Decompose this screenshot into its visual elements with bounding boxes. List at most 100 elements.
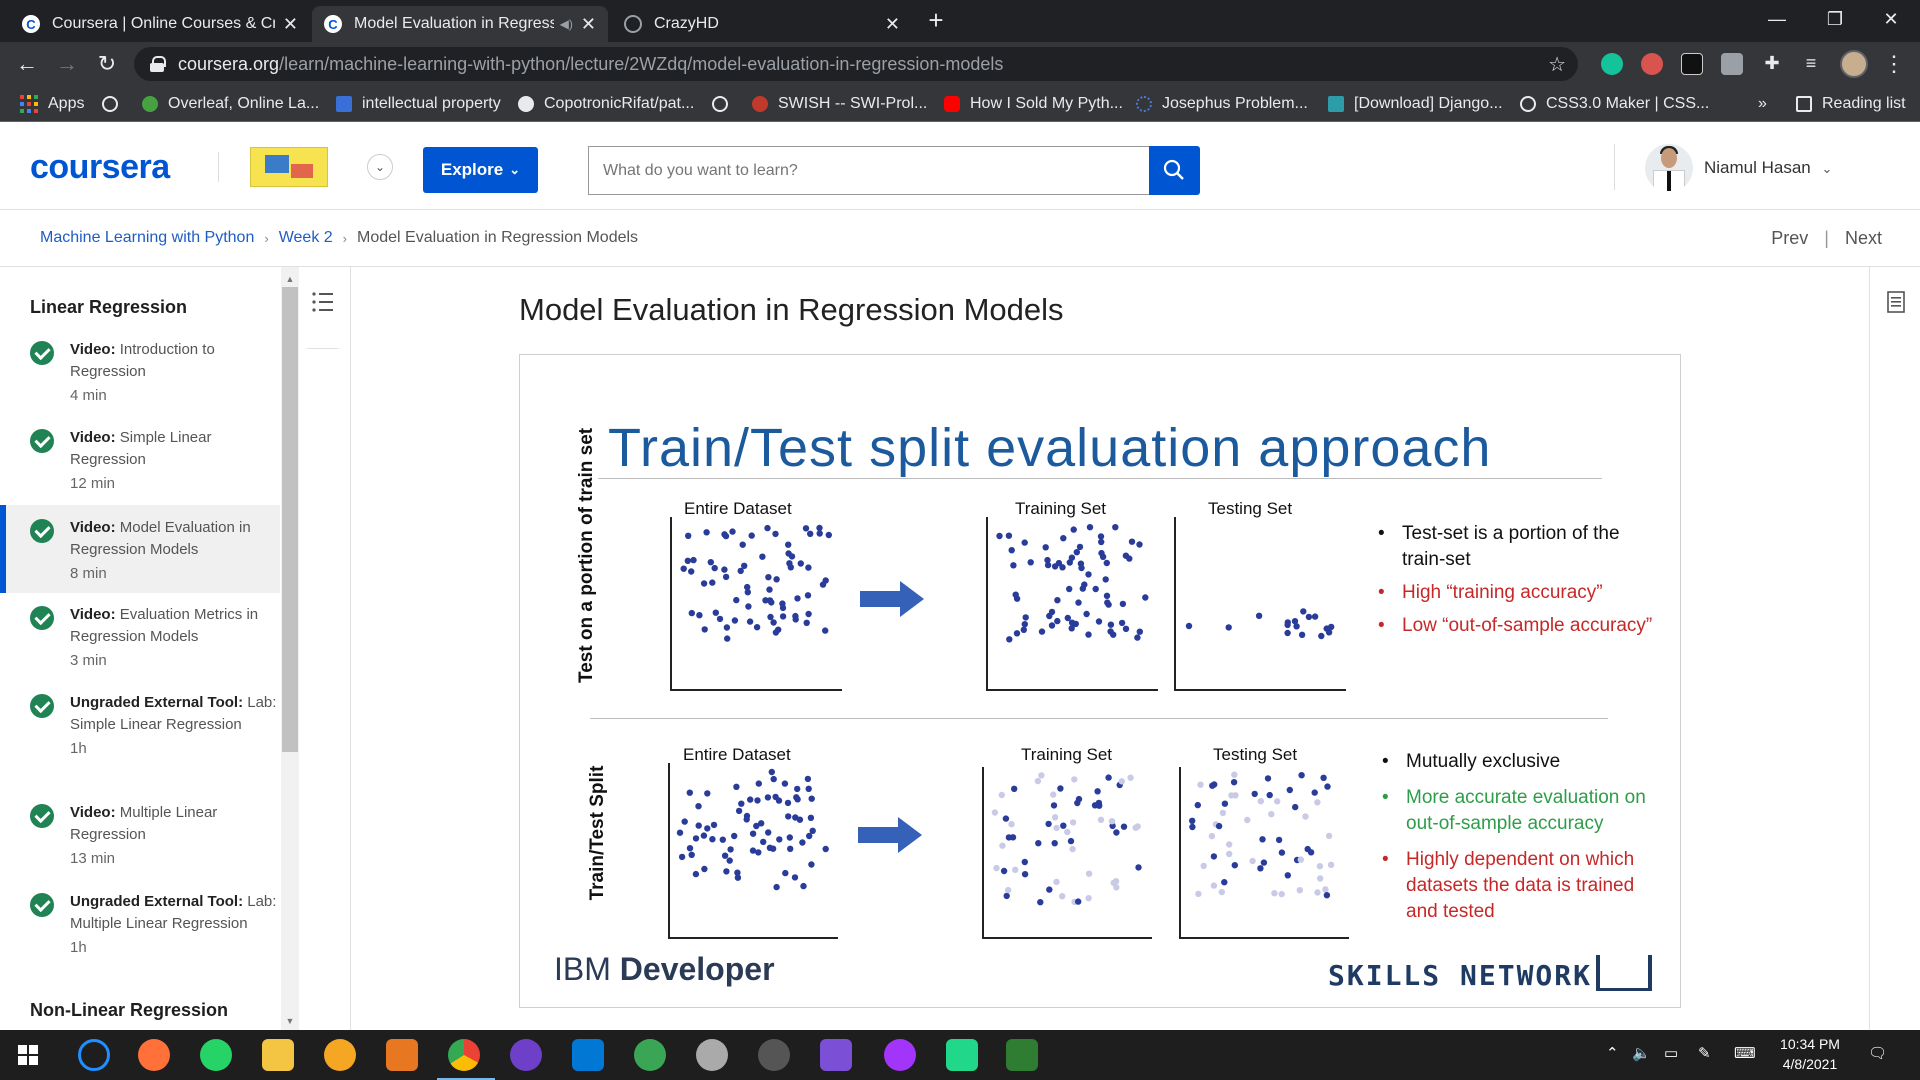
bookmarks-bar: Apps Overleaf, Online La... intellectual… <box>0 86 1920 122</box>
tab-close-icon[interactable]: ✕ <box>885 14 900 35</box>
chrome-icon[interactable] <box>448 1039 480 1071</box>
back-icon[interactable]: ← <box>13 50 41 78</box>
video-player[interactable]: Train/Test split evaluation approach Tes… <box>519 354 1681 1008</box>
bookmark-globe[interactable] <box>102 93 128 115</box>
volume-icon[interactable]: 🔈 <box>1632 1044 1651 1062</box>
scatter-dot <box>727 846 734 853</box>
address-bar[interactable]: coursera.org/learn/machine-learning-with… <box>134 47 1578 81</box>
file-explorer-icon[interactable] <box>262 1039 294 1071</box>
media-control-icon[interactable]: ≡ <box>1800 53 1822 75</box>
bookmark-youtube[interactable]: How I Sold My Pyth... <box>944 93 1123 115</box>
browser-tab-coursera[interactable]: C Coursera | Online Courses & Cre ✕ <box>10 6 310 42</box>
toc-toggle[interactable] <box>307 287 339 349</box>
arrow-right-icon <box>860 581 924 617</box>
bookmark-globe-2[interactable] <box>712 93 738 115</box>
keyboard-icon[interactable]: ⌨ <box>1734 1044 1756 1062</box>
reading-list-button[interactable]: Reading list <box>1796 93 1906 115</box>
minimize-icon[interactable]: — <box>1748 0 1806 40</box>
bookmark-josephus[interactable]: Josephus Problem... <box>1136 93 1308 115</box>
tab-close-icon[interactable]: ✕ <box>581 14 596 35</box>
bookmark-django[interactable]: [Download] Django... <box>1328 93 1503 115</box>
panel-label: Entire Dataset <box>684 499 792 518</box>
bookmark-apps[interactable]: Apps <box>20 93 84 115</box>
partner-logo[interactable] <box>250 147 328 187</box>
scroll-down-icon[interactable]: ▼ <box>283 1014 297 1028</box>
panel-label: Entire Dataset <box>683 745 791 764</box>
app-icon[interactable] <box>1006 1039 1038 1071</box>
notifications-icon[interactable]: 🗨 <box>1868 1044 1887 1062</box>
bookmarks-overflow-icon[interactable]: » <box>1758 93 1767 115</box>
scatter-dot <box>1284 872 1291 879</box>
sidebar-item-lab-simple-linear-regression[interactable]: Ungraded External Tool: Lab: Simple Line… <box>0 692 280 760</box>
search-icon[interactable] <box>78 1039 110 1071</box>
extensions-puzzle-icon[interactable]: ✚ <box>1761 53 1783 75</box>
scatter-dot <box>700 580 708 587</box>
firefox-icon[interactable] <box>138 1039 170 1071</box>
app-icon[interactable] <box>696 1039 728 1071</box>
bookmark-intellectual-property[interactable]: intellectual property <box>336 93 501 115</box>
forward-icon[interactable]: → <box>53 50 81 78</box>
app-icon[interactable] <box>758 1039 790 1071</box>
windows-start-icon[interactable] <box>18 1045 38 1065</box>
lock-icon[interactable] <box>150 56 166 72</box>
app-icon[interactable] <box>386 1039 418 1071</box>
sidebar-item-multiple-linear-regression[interactable]: Video: Multiple Linear Regression 13 min <box>0 802 280 870</box>
restore-icon[interactable]: ❐ <box>1806 0 1864 40</box>
scrollbar-thumb[interactable] <box>282 287 298 752</box>
search-button[interactable] <box>1149 146 1200 195</box>
profile-avatar[interactable] <box>1840 50 1868 78</box>
network-icon[interactable]: ▭ <box>1664 1044 1678 1062</box>
menu-kebab-icon[interactable]: ⋮ <box>1880 50 1908 78</box>
sidebar-item-introduction-to-regression[interactable]: Video: Introduction to Regression 4 min <box>0 339 280 407</box>
scatter-dot <box>759 553 766 560</box>
extension-icon[interactable] <box>1681 53 1703 75</box>
camera-extension-icon[interactable] <box>1721 53 1743 75</box>
search-input[interactable] <box>588 146 1150 195</box>
bookmark-overleaf[interactable]: Overleaf, Online La... <box>142 93 319 115</box>
browser-tab-crazyhd[interactable]: CrazyHD ✕ <box>612 6 912 42</box>
app-icon[interactable] <box>634 1039 666 1071</box>
tray-chevron-up-icon[interactable]: ⌃ <box>1606 1044 1619 1062</box>
pen-icon[interactable]: ✎ <box>1698 1044 1711 1062</box>
sidebar-item-evaluation-metrics[interactable]: Video: Evaluation Metrics in Regression … <box>0 604 280 672</box>
prev-button[interactable]: Prev <box>1771 228 1808 248</box>
messenger-icon[interactable] <box>884 1039 916 1071</box>
tab-close-icon[interactable]: ✕ <box>283 14 298 35</box>
bookmark-star-icon[interactable]: ☆ <box>1548 52 1566 77</box>
bookmark-github[interactable]: CopotronicRifat/pat... <box>518 93 694 115</box>
system-clock[interactable]: 10:34 PM 4/8/2021 <box>1770 1034 1850 1074</box>
github-desktop-icon[interactable] <box>510 1039 542 1071</box>
visual-studio-icon[interactable] <box>820 1039 852 1071</box>
sidebar-item-model-evaluation[interactable]: Video: Model Evaluation in Regression Mo… <box>0 505 280 593</box>
bookmark-css3-maker[interactable]: CSS3.0 Maker | CSS... <box>1520 93 1709 115</box>
scatter-dot <box>1072 620 1079 628</box>
breadcrumb-current: Model Evaluation in Regression Models <box>357 229 639 246</box>
explore-button[interactable]: Explore ⌄ <box>423 147 538 193</box>
breadcrumb-week-link[interactable]: Week 2 <box>279 229 333 247</box>
chevron-down-icon[interactable]: ⌄ <box>367 154 393 180</box>
vscode-icon[interactable] <box>572 1039 604 1071</box>
app-icon[interactable] <box>324 1039 356 1071</box>
bookmark-swish[interactable]: SWISH -- SWI-Prol... <box>752 93 927 115</box>
sidebar-item-simple-linear-regression[interactable]: Video: Simple Linear Regression 12 min <box>0 427 280 495</box>
notes-icon[interactable] <box>1887 291 1905 313</box>
extension-icon[interactable] <box>1641 53 1663 75</box>
prev-next-nav: Prev | Next <box>1771 228 1882 248</box>
next-button[interactable]: Next <box>1845 228 1882 248</box>
audio-playing-icon[interactable]: ◀) <box>560 17 573 31</box>
sidebar-item-lab-multiple-linear-regression[interactable]: Ungraded External Tool: Lab: Multiple Li… <box>0 891 280 959</box>
user-name: Niamul Hasan <box>1704 158 1811 177</box>
reload-icon[interactable]: ↻ <box>93 50 121 78</box>
breadcrumb-course-link[interactable]: Machine Learning with Python <box>40 229 254 247</box>
browser-tab-model-evaluation[interactable]: C Model Evaluation in Regressi ◀) ✕ <box>312 6 608 42</box>
avatar[interactable] <box>1645 144 1693 192</box>
scatter-dot <box>1142 594 1149 601</box>
whatsapp-icon[interactable] <box>200 1039 232 1071</box>
pycharm-icon[interactable] <box>946 1039 978 1071</box>
new-tab-icon[interactable]: + <box>922 6 950 36</box>
grammarly-extension-icon[interactable] <box>1601 53 1623 75</box>
window-close-icon[interactable]: ✕ <box>1862 0 1920 40</box>
user-menu[interactable]: Niamul Hasan ⌄ <box>1704 158 1832 178</box>
scroll-up-icon[interactable]: ▲ <box>283 272 297 286</box>
coursera-logo[interactable]: coursera <box>30 148 170 187</box>
